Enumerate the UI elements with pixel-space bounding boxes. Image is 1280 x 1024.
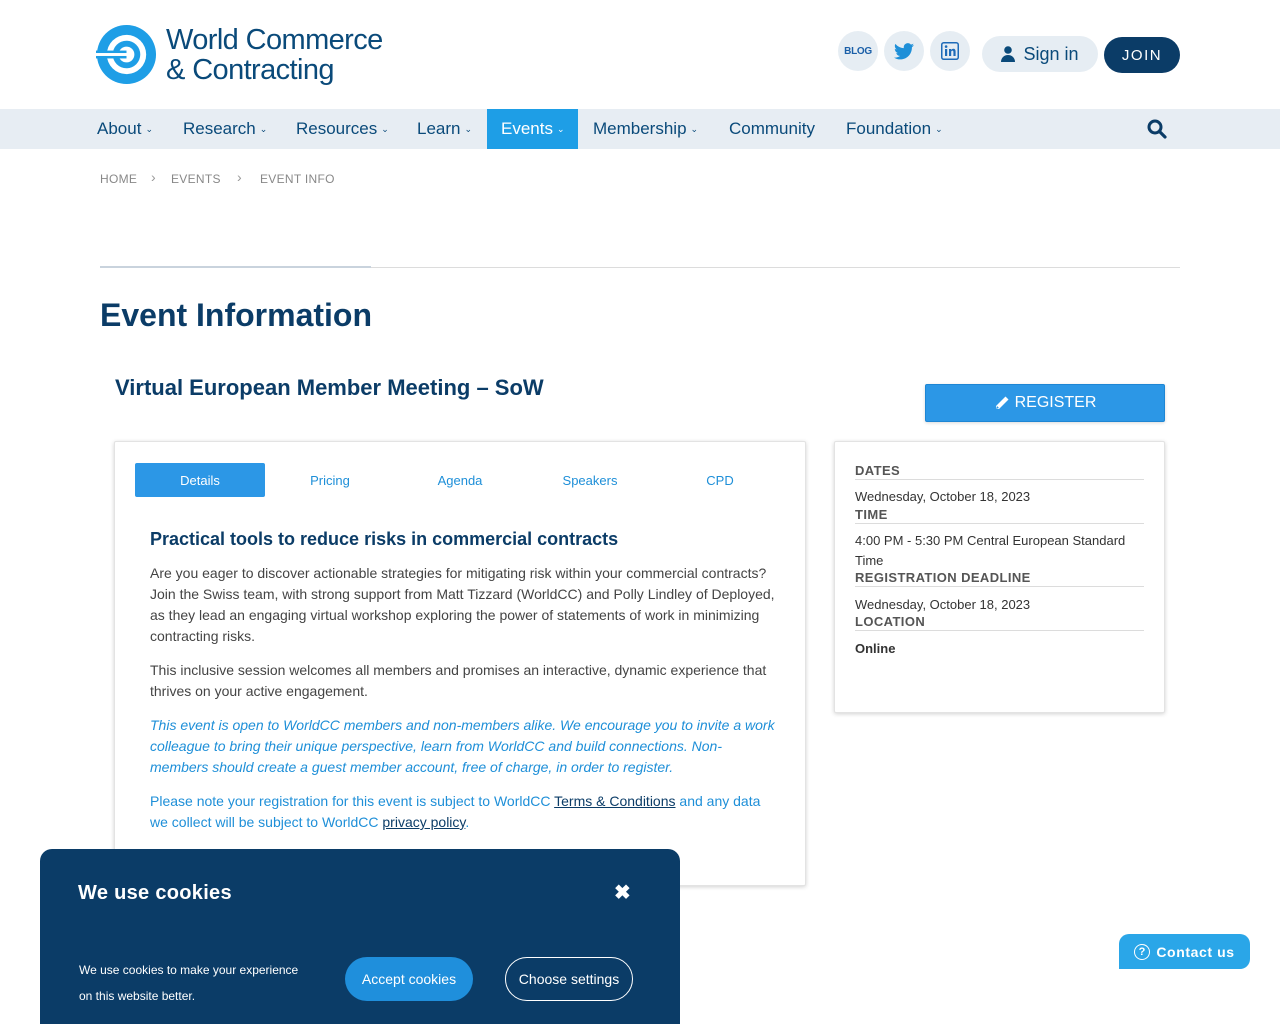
register-label: REGISTER: [1014, 394, 1097, 411]
pencil-icon: [995, 396, 1009, 409]
tab-label: Pricing: [310, 472, 350, 488]
logo-line-2: & Contracting: [166, 53, 335, 86]
registration-deadline-label: REGISTRATION DEADLINE: [855, 570, 1144, 587]
details-paragraph-2: This inclusive session welcomes all memb…: [150, 662, 767, 699]
contact-us-button[interactable]: ? Contact us: [1119, 934, 1250, 969]
tab-label: Agenda: [437, 472, 483, 488]
nav-item-events[interactable]: Events ⌄: [487, 109, 578, 149]
nav-search-button[interactable]: [1147, 119, 1167, 144]
event-info-sidebar: DATES Wednesday, October 18, 2023 TIME 4…: [834, 441, 1165, 713]
nav-item-foundation[interactable]: Foundation ⌄: [846, 109, 943, 149]
user-icon: [1001, 46, 1016, 62]
close-icon[interactable]: ✖: [614, 880, 631, 905]
dates-label: DATES: [855, 463, 1144, 480]
details-paragraph-3: This event is open to WorldCC members an…: [150, 717, 775, 775]
note-text-end: .: [465, 814, 470, 830]
tab-cpd[interactable]: CPD: [655, 463, 785, 497]
cookie-banner: We use cookies ✖ We use cookies to make …: [40, 849, 680, 1024]
question-icon: ?: [1134, 943, 1151, 960]
details-heading: Practical tools to reduce risks in comme…: [150, 529, 619, 549]
logo-line-1: World Commerce: [166, 23, 383, 56]
chevron-down-icon: ⌄: [556, 123, 565, 134]
nav-item-about[interactable]: About ⌄: [97, 109, 153, 149]
breadcrumb-home[interactable]: HOME: [100, 172, 137, 186]
logo-mark-icon: [96, 24, 157, 85]
page-title: Event Information: [100, 297, 373, 333]
nav-item-label: Community: [729, 119, 815, 138]
tab-pricing[interactable]: Pricing: [265, 463, 395, 497]
details-paragraph-1: Are you eager to discover actionable str…: [150, 565, 775, 644]
nav-item-label: Foundation: [846, 119, 932, 138]
site-header: World Commerce & Contracting BLOG Sign i…: [0, 0, 1280, 109]
tab-label: CPD: [706, 472, 734, 488]
linkedin-button[interactable]: [930, 31, 970, 71]
nav-item-learn[interactable]: Learn ⌄: [417, 109, 472, 149]
section-divider-accent: [100, 266, 371, 268]
linkedin-icon: [941, 42, 959, 60]
tab-label: Speakers: [562, 472, 618, 488]
nav-item-community[interactable]: Community: [729, 109, 815, 149]
cookie-title: We use cookies: [78, 882, 232, 904]
nav-item-resources[interactable]: Resources ⌄: [296, 109, 389, 149]
nav-item-label: Learn: [417, 119, 461, 138]
nav-item-label: Events: [501, 119, 553, 138]
twitter-button[interactable]: [884, 31, 924, 71]
tab-label: Details: [180, 472, 220, 488]
chevron-right-icon: ›: [237, 169, 242, 185]
nav-item-membership[interactable]: Membership ⌄: [593, 109, 698, 149]
tab-details[interactable]: Details: [135, 463, 265, 497]
chevron-down-icon: ⌄: [381, 123, 389, 134]
event-details-card: Details Pricing Agenda Speakers CPD Prac…: [114, 441, 806, 886]
chevron-down-icon: ⌄: [145, 123, 153, 134]
contact-us-label: Contact us: [1156, 943, 1235, 960]
chevron-right-icon: ›: [151, 169, 156, 185]
nav-item-label: Membership: [593, 119, 687, 138]
chevron-down-icon: ⌄: [464, 123, 473, 134]
tab-agenda[interactable]: Agenda: [395, 463, 525, 497]
location-label: LOCATION: [855, 614, 1144, 631]
accept-cookies-button[interactable]: Accept cookies: [345, 957, 473, 1001]
location-value: Online: [855, 641, 896, 656]
registration-deadline-value: Wednesday, October 18, 2023: [855, 597, 1031, 612]
logo-text: World Commerce & Contracting: [166, 25, 383, 85]
terms-link[interactable]: Terms & Conditions: [554, 793, 675, 809]
time-label: TIME: [855, 507, 1144, 524]
time-value: 4:00 PM - 5:30 PM Central European Stand…: [855, 533, 1126, 568]
accept-cookies-label: Accept cookies: [361, 971, 457, 987]
sign-in-button[interactable]: Sign in: [982, 36, 1098, 72]
worldcc-logo[interactable]: World Commerce & Contracting: [96, 24, 383, 85]
sign-in-label: Sign in: [1023, 43, 1079, 64]
privacy-policy-link[interactable]: privacy policy: [382, 814, 465, 830]
breadcrumb-events[interactable]: EVENTS: [171, 172, 221, 186]
chevron-down-icon: ⌄: [935, 123, 943, 134]
nav-item-label: Research: [183, 119, 256, 138]
main-nav: About ⌄ Research ⌄ Resources ⌄ Learn ⌄ Event…: [0, 109, 1280, 149]
event-title: Virtual European Member Meeting – SoW: [115, 375, 544, 400]
nav-item-research[interactable]: Research ⌄: [183, 109, 267, 149]
registration-note: Please note your registration for this e…: [150, 791, 775, 833]
nav-item-label: About: [97, 119, 142, 138]
choose-settings-button[interactable]: Choose settings: [505, 957, 633, 1001]
register-button[interactable]: REGISTER: [925, 384, 1165, 422]
chevron-down-icon: ⌄: [690, 123, 699, 134]
join-button[interactable]: JOIN: [1104, 37, 1180, 73]
tab-speakers[interactable]: Speakers: [525, 463, 655, 497]
blog-button[interactable]: BLOG: [838, 31, 878, 71]
nav-item-label: Resources: [296, 119, 378, 138]
blog-label: BLOG: [844, 45, 872, 57]
choose-settings-label: Choose settings: [518, 971, 620, 987]
breadcrumb-current: EVENT INFO: [260, 172, 335, 186]
cookie-text: We use cookies to make your experience o…: [79, 963, 299, 1003]
search-icon: [1147, 119, 1167, 139]
dates-value: Wednesday, October 18, 2023: [855, 489, 1031, 504]
twitter-icon: [894, 42, 914, 59]
note-text-start: Please note your registration for this e…: [150, 793, 555, 809]
chevron-down-icon: ⌄: [259, 123, 268, 134]
join-label: JOIN: [1121, 46, 1163, 64]
